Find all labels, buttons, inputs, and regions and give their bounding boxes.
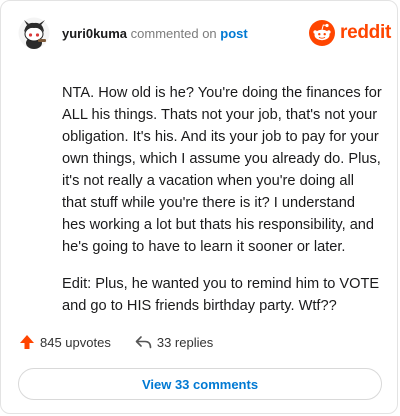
reply-count: 33 replies <box>156 334 214 350</box>
comment-body: NTA. How old is he? You're doing the fin… <box>62 82 382 332</box>
comment-header: yuri0kuma commented on post <box>62 26 248 42</box>
comment-card: yuri0kuma commented on post reddit NTA. … <box>0 0 398 414</box>
upvote-stat[interactable]: 845 upvotes <box>19 334 111 350</box>
upvote-count: 845 upvotes <box>40 334 111 350</box>
comment-footer: 845 upvotes 33 replies <box>19 334 213 350</box>
upvote-arrow-icon <box>20 335 34 349</box>
comment-paragraph: Edit: Plus, he wanted you to remind him … <box>62 276 380 314</box>
reply-stat[interactable]: 33 replies <box>135 335 213 350</box>
avatar-snoo-icon <box>18 17 50 49</box>
post-link[interactable]: post <box>220 26 247 41</box>
username[interactable]: yuri0kuma <box>62 26 127 41</box>
reddit-snoo-icon <box>309 20 335 46</box>
user-avatar[interactable] <box>18 17 50 49</box>
reddit-wordmark: reddit <box>340 22 391 43</box>
comment-paragraph: NTA. How old is he? You're doing the fin… <box>62 85 382 255</box>
action-text: commented on <box>130 26 217 41</box>
reddit-brand[interactable]: reddit <box>309 20 391 46</box>
view-comments-button[interactable]: View 33 comments <box>18 368 382 400</box>
reply-arrow-icon <box>135 336 152 349</box>
